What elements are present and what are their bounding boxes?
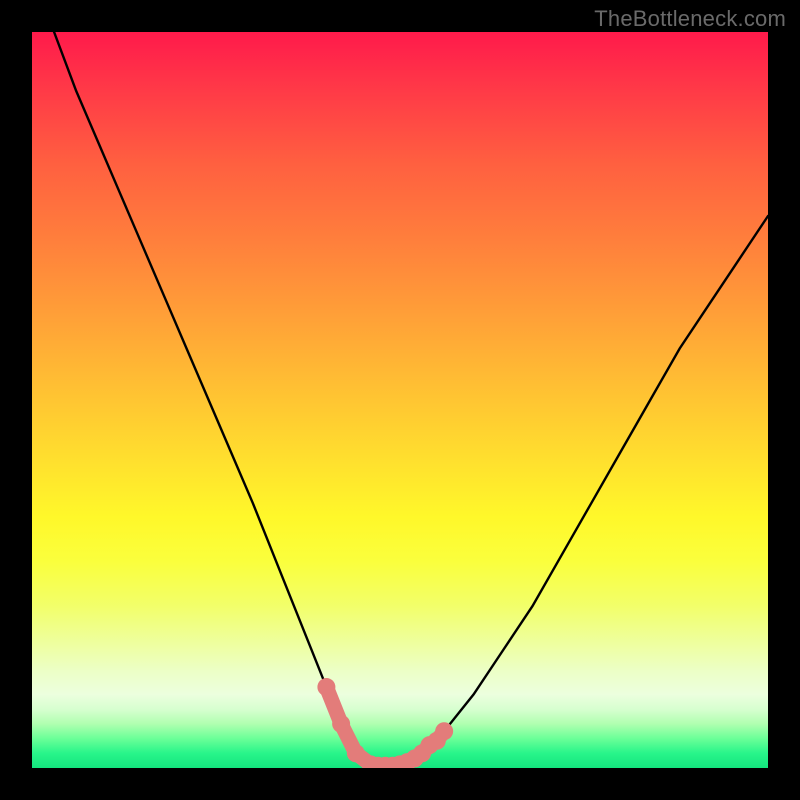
optimal-range-markers xyxy=(317,678,453,768)
chart-svg xyxy=(32,32,768,768)
watermark-text: TheBottleneck.com xyxy=(594,6,786,32)
optimal-range-marker xyxy=(347,744,365,762)
bottleneck-curve xyxy=(32,32,768,766)
optimal-range-marker xyxy=(332,715,350,733)
optimal-range-marker xyxy=(435,722,453,740)
optimal-range-marker xyxy=(317,678,335,696)
chart-frame: TheBottleneck.com xyxy=(0,0,800,800)
chart-plot-area xyxy=(32,32,768,768)
